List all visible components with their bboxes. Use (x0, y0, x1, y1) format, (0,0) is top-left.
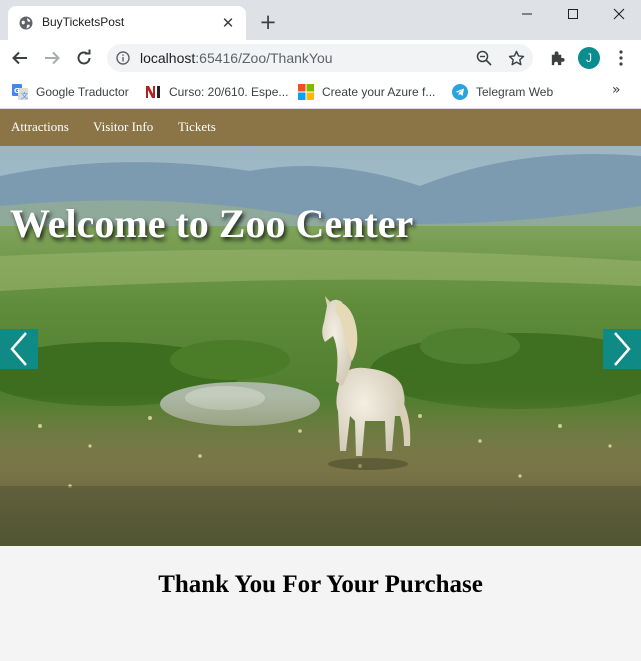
browser-toolbar: localhost:65416/Zoo/ThankYou J (0, 40, 641, 76)
url-text: localhost:65416/Zoo/ThankYou (140, 50, 333, 66)
hero-carousel: Welcome to Zoo Center (0, 146, 641, 546)
close-window-button[interactable] (596, 0, 641, 28)
reload-icon (77, 49, 91, 65)
address-bar[interactable]: localhost:65416/Zoo/ThankYou (107, 44, 533, 72)
extensions-button[interactable] (545, 46, 569, 70)
tab-close-icon[interactable]: ✕ (218, 13, 238, 33)
site-navbar: Attractions Visitor Info Tickets (0, 109, 641, 146)
zoom-out-icon (476, 50, 492, 66)
bookmark-label: Telegram Web (476, 85, 554, 99)
menu-button[interactable] (609, 46, 633, 70)
bookmark-telegram[interactable]: Telegram Web (452, 82, 553, 102)
carousel-prev-button[interactable] (0, 329, 38, 369)
minimize-icon (522, 13, 532, 15)
more-bookmarks-chevron-icon[interactable]: » (612, 82, 621, 98)
reload-button[interactable] (72, 46, 96, 70)
chevron-left-icon (10, 332, 27, 366)
browser-tab-strip: BuyTicketsPost ✕ + (0, 0, 641, 40)
profile-avatar[interactable]: J (578, 47, 600, 69)
nav-link-attractions[interactable]: Attractions (11, 119, 69, 135)
bookmark-label: Curso: 20/610. Espe... (169, 85, 289, 99)
puzzle-icon (551, 50, 565, 65)
zoom-button[interactable] (475, 49, 493, 67)
forward-arrow-icon (45, 51, 60, 65)
microsoft-icon (298, 84, 314, 100)
star-icon (508, 50, 524, 65)
browser-tab[interactable]: BuyTicketsPost ✕ (8, 6, 246, 40)
telegram-icon (452, 84, 468, 100)
close-icon (613, 8, 625, 20)
kebab-menu-icon (619, 50, 623, 66)
thank-you-heading: Thank You For Your Purchase (158, 571, 483, 598)
forward-button[interactable] (40, 46, 64, 70)
chevron-right-icon (614, 332, 631, 366)
google-translate-icon: G 文 (12, 84, 28, 100)
maximize-icon (568, 9, 578, 19)
back-button[interactable] (8, 46, 32, 70)
info-icon[interactable] (116, 51, 130, 65)
tab-title: BuyTicketsPost (42, 15, 125, 29)
nav-link-visitor-info[interactable]: Visitor Info (93, 119, 153, 135)
bookmarks-bar: G 文 Google Traductor Curso: 20/610. Espe… (0, 76, 641, 109)
carousel-next-button[interactable] (603, 329, 641, 369)
nav-link-tickets[interactable]: Tickets (178, 119, 216, 135)
new-tab-button[interactable]: + (257, 11, 279, 33)
hero-title: Welcome to Zoo Center (10, 201, 414, 246)
bookmark-label: Create your Azure f... (322, 85, 436, 99)
svg-text:文: 文 (21, 91, 28, 100)
main-content: Thank You For Your Purchase (0, 546, 641, 661)
bookmark-curso[interactable]: Curso: 20/610. Espe... (145, 82, 288, 102)
bookmark-azure[interactable]: Create your Azure f... (298, 82, 435, 102)
minimize-button[interactable] (504, 0, 550, 28)
globe-icon (19, 16, 33, 30)
svg-text:G: G (14, 87, 20, 95)
bookmark-google-translate[interactable]: G 文 Google Traductor (12, 82, 129, 102)
bookmark-star-button[interactable] (507, 49, 525, 67)
maximize-button[interactable] (550, 0, 596, 28)
back-arrow-icon (12, 51, 27, 65)
bookmark-label: Google Traductor (36, 85, 129, 99)
ni-icon (145, 85, 161, 99)
